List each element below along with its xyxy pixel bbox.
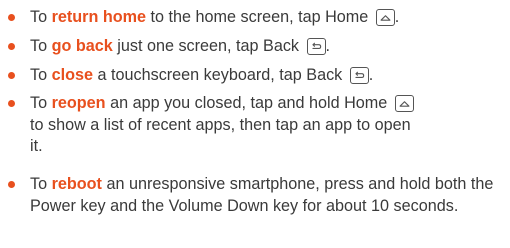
item-text: .: [325, 37, 331, 55]
list-item: To return home to the home screen, tap H…: [6, 7, 510, 29]
item-text: To: [30, 8, 52, 26]
item-text: to show a list of recent apps, then tap …: [30, 115, 411, 156]
item-text: .: [394, 8, 400, 26]
bullet-icon: [8, 72, 15, 79]
back-key-icon: [306, 38, 326, 55]
bullet-icon: [8, 43, 15, 50]
item-highlight: return home: [51, 8, 147, 26]
item-highlight: reboot: [51, 175, 102, 193]
item-text: .: [368, 66, 374, 84]
bullet-icon: [8, 181, 15, 188]
item-highlight: go back: [51, 37, 113, 55]
item-text: To: [30, 66, 52, 84]
home-key-icon: [394, 95, 414, 112]
back-key-icon: [349, 67, 369, 84]
list-item: To close a touchscreen keyboard, tap Bac…: [6, 65, 510, 87]
item-highlight: reopen: [51, 94, 106, 112]
item-text: a touchscreen keyboard, tap Back: [93, 66, 343, 84]
item-text: To: [30, 175, 52, 193]
item-text: To: [30, 94, 52, 112]
list-item: To reopen an app you closed, tap and hol…: [6, 93, 415, 158]
item-text: To: [30, 37, 52, 55]
list-item: To go back just one screen, tap Back .: [6, 36, 510, 58]
item-highlight: close: [51, 66, 93, 84]
item-text: just one screen, tap Back: [112, 37, 300, 55]
item-text: an app you closed, tap and hold Home: [105, 94, 388, 112]
bullet-icon: [8, 100, 15, 107]
home-key-icon: [375, 9, 395, 26]
item-text: to the home screen, tap Home: [146, 8, 369, 26]
list-item: To reboot an unresponsive smartphone, pr…: [6, 174, 510, 217]
bullet-icon: [8, 14, 15, 21]
